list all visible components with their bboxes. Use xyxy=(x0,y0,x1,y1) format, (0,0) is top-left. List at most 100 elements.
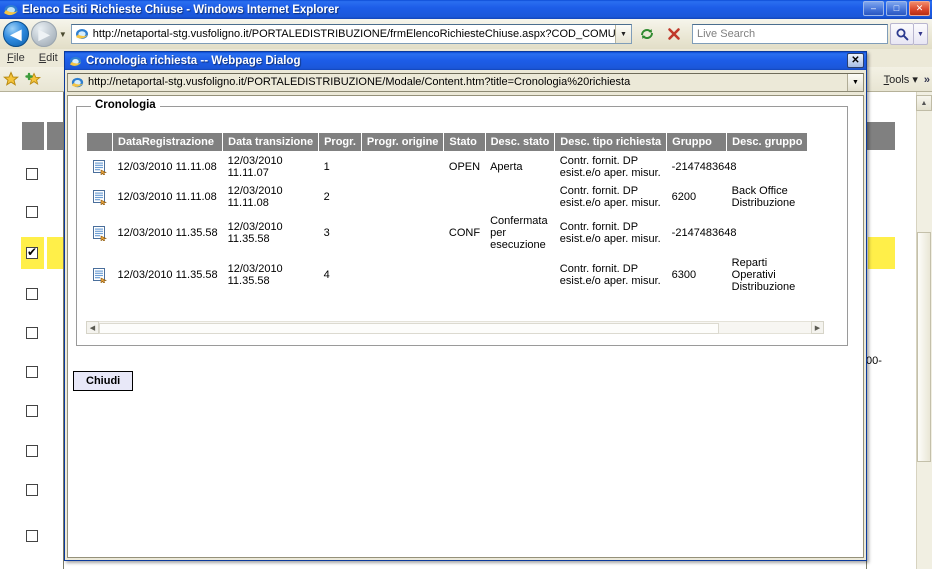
document-detail-icon xyxy=(92,226,107,241)
document-detail-icon xyxy=(92,190,107,205)
cell-progr: 4 xyxy=(323,269,330,281)
close-button[interactable]: ✕ xyxy=(909,1,930,16)
cell-datatrans: 12/03/2010 11.35.58 xyxy=(223,212,319,254)
cell-datatrans: 12/03/2010 11.35.58 xyxy=(223,254,319,296)
menu-item-file[interactable]: File xyxy=(0,51,32,65)
forward-button[interactable]: ▶ xyxy=(31,21,57,47)
cell-stato: CONF xyxy=(448,227,481,239)
row-detail-icon[interactable] xyxy=(87,152,113,183)
stop-icon xyxy=(668,28,680,40)
cell-stato xyxy=(444,254,485,296)
document-detail-icon xyxy=(92,268,107,283)
back-button[interactable]: ◀ xyxy=(3,21,29,47)
bg-row-checkbox[interactable] xyxy=(26,484,38,496)
cell-datareg: 12/03/2010 11.11.08 xyxy=(117,161,217,173)
cell-progrorigine xyxy=(361,254,444,296)
dialog-address-row: http://netaportal-stg.vusfoligno.it/PORT… xyxy=(65,70,866,92)
grid-col-datareg[interactable]: DataRegistrazione xyxy=(111,132,224,152)
bg-row-checkbox[interactable] xyxy=(26,327,38,339)
refresh-icon xyxy=(641,29,653,39)
table-row[interactable]: 12/03/2010 11.11.08 12/03/2010 11.11.07 1… xyxy=(87,152,808,183)
bg-row-checkbox[interactable] xyxy=(26,405,38,417)
table-row[interactable]: 12/03/2010 11.11.08 12/03/2010 11.11.08 2… xyxy=(87,182,808,212)
cell-descgruppo: Back Office Distribuzione xyxy=(731,185,796,209)
cell-progr: 1 xyxy=(323,161,330,173)
row-detail-icon[interactable] xyxy=(87,212,113,254)
hscroll-thumb[interactable] xyxy=(99,323,719,334)
history-dropdown-button[interactable]: ▼ xyxy=(57,30,69,39)
grid-col-stato[interactable]: Stato xyxy=(443,132,486,152)
cell-stato: OPEN xyxy=(448,161,481,173)
grid-col-progr[interactable]: Progr. xyxy=(318,132,362,152)
cell-desctipo: Contr. fornit. DP esist.e/o aper. misur. xyxy=(559,221,661,245)
bg-row-checkbox[interactable] xyxy=(26,445,38,457)
address-url-text: http://netaportal-stg.vusfoligno.it/PORT… xyxy=(92,28,615,40)
maximize-button[interactable]: □ xyxy=(886,1,907,16)
table-row[interactable]: 12/03/2010 11.35.58 12/03/2010 11.35.58 3… xyxy=(87,212,808,254)
row-detail-icon[interactable] xyxy=(87,254,113,296)
dialog-address-bar[interactable]: http://netaportal-stg.vusfoligno.it/PORT… xyxy=(67,72,864,92)
search-dropdown-button[interactable]: ▼ xyxy=(914,23,928,45)
cell-progr: 2 xyxy=(323,191,330,203)
cell-datatrans-time: 11.11.08 xyxy=(227,197,269,209)
cell-datatrans: 12/03/2010 11.11.08 xyxy=(223,182,319,212)
scroll-thumb[interactable] xyxy=(917,232,931,462)
bg-row-checkbox-selected[interactable] xyxy=(26,245,38,259)
grid-col-desctipo[interactable]: Desc. tipo richiesta xyxy=(554,132,668,152)
cell-descgruppo xyxy=(727,152,808,183)
back-arrow-icon: ◀ xyxy=(10,26,22,42)
bg-row-checkbox[interactable] xyxy=(26,288,38,300)
bg-row-checkbox[interactable] xyxy=(26,206,38,218)
cell-datatrans-time: 11.11.07 xyxy=(227,167,269,179)
tools-button[interactable]: Tools ▾ xyxy=(884,73,918,86)
grid-horizontal-scrollbar[interactable]: ◀ ▶ xyxy=(86,321,824,334)
document-detail-icon xyxy=(92,160,107,175)
hscroll-right-button[interactable]: ▶ xyxy=(811,321,824,334)
forward-arrow-icon: ▶ xyxy=(38,26,50,42)
menu-item-edit[interactable]: Edit xyxy=(32,51,65,65)
browser-window: Elenco Esiti Richieste Chiuse - Windows … xyxy=(0,0,932,569)
dialog-address-dropdown-button[interactable]: ▼ xyxy=(847,73,863,91)
grid-header: DataRegistrazione Data transizione Progr… xyxy=(86,132,809,152)
grid-col-gruppo[interactable]: Gruppo xyxy=(666,132,728,152)
refresh-button[interactable] xyxy=(635,22,659,46)
search-button[interactable] xyxy=(890,23,914,45)
hscroll-left-button[interactable]: ◀ xyxy=(86,321,99,334)
cell-progrorigine xyxy=(361,152,444,183)
address-dropdown-button[interactable]: ▼ xyxy=(615,25,631,43)
cell-datatrans: 12/03/2010 11.11.07 xyxy=(223,152,319,183)
grid-col-progrorigine[interactable]: Progr. origine xyxy=(360,132,445,152)
scroll-up-button[interactable]: ▲ xyxy=(916,95,932,111)
bg-truncated-text: 00- xyxy=(866,355,882,367)
minimize-button[interactable]: – xyxy=(863,1,884,16)
bg-row-checkbox[interactable] xyxy=(26,366,38,378)
bg-row-checkbox[interactable] xyxy=(26,530,38,542)
cell-desctipo: Contr. fornit. DP esist.e/o aper. misur. xyxy=(559,263,661,287)
dialog-close-button[interactable]: ✕ xyxy=(847,53,864,68)
grid-col-icon[interactable] xyxy=(86,132,113,152)
favorites-center-icon[interactable] xyxy=(0,68,22,90)
cell-progrorigine xyxy=(361,212,444,254)
dialog-title: Cronologia richiesta -- Webpage Dialog xyxy=(86,55,301,67)
search-placeholder: Live Search xyxy=(697,28,756,40)
menu-edit-label-rest: dit xyxy=(46,52,58,64)
table-row[interactable]: 12/03/2010 11.35.58 12/03/2010 11.35.58 4… xyxy=(87,254,808,296)
chiudi-button[interactable]: Chiudi xyxy=(73,371,134,391)
bg-row-checkbox[interactable] xyxy=(26,168,38,180)
row-detail-icon[interactable] xyxy=(87,182,113,212)
hscroll-track[interactable] xyxy=(99,321,811,334)
add-to-favorites-icon[interactable] xyxy=(22,68,44,90)
grid-col-descgruppo[interactable]: Desc. gruppo xyxy=(726,132,809,152)
grid-col-datatrans[interactable]: Data transizione xyxy=(222,132,320,152)
menu-file-label-rest: ile xyxy=(13,52,25,64)
grid-col-descstato[interactable]: Desc. stato xyxy=(484,132,556,152)
fieldset-legend: Cronologia xyxy=(91,99,160,111)
command-bar-right: Tools ▾ » xyxy=(884,67,930,92)
stop-button[interactable] xyxy=(662,22,686,46)
address-bar[interactable]: http://netaportal-stg.vusfoligno.it/PORT… xyxy=(70,24,632,44)
search-input[interactable]: Live Search xyxy=(692,24,888,44)
page-icon xyxy=(74,26,90,42)
cell-descstato: Aperta xyxy=(490,161,523,173)
cell-datatrans-time: 11.35.58 xyxy=(227,275,270,287)
overflow-chevron-icon[interactable]: » xyxy=(924,74,930,86)
